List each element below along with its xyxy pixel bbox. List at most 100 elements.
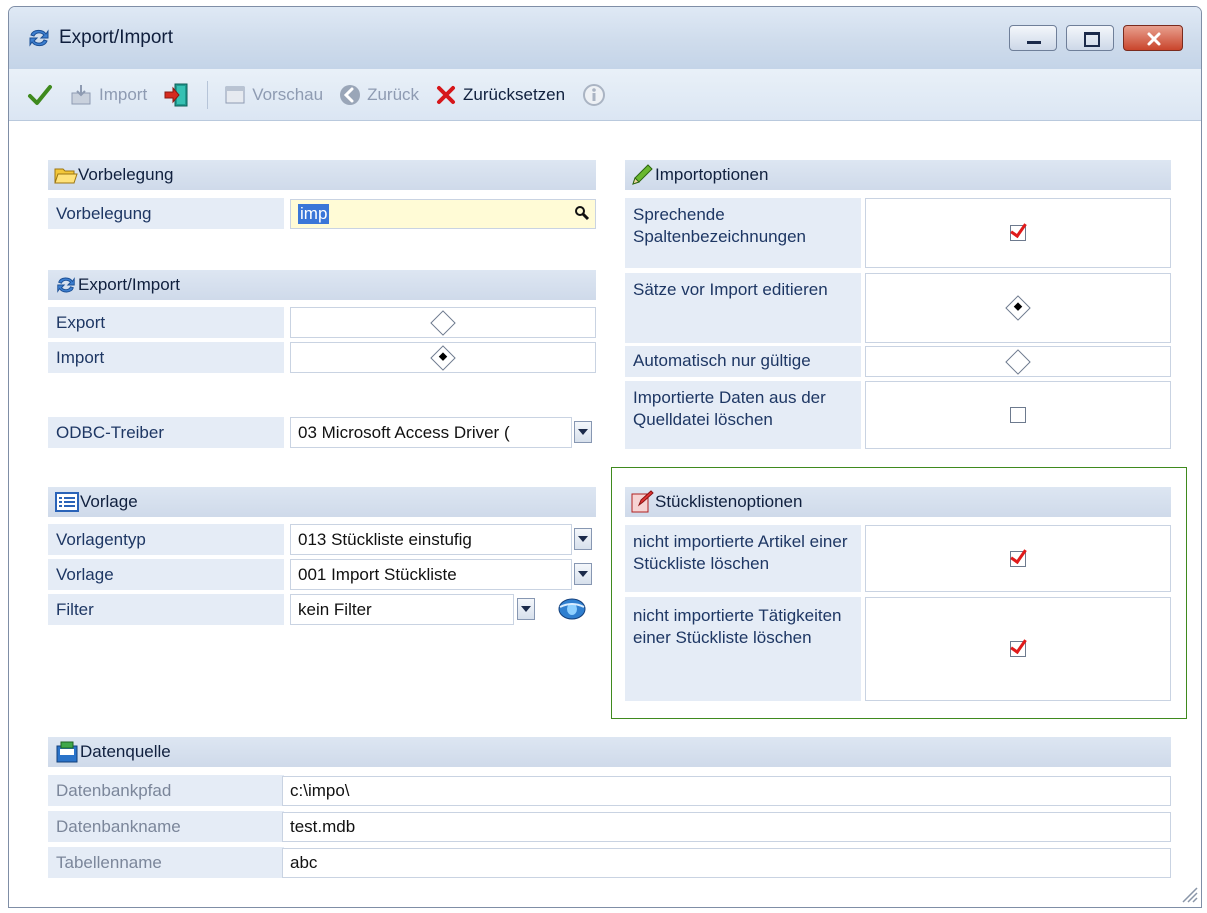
close-button[interactable] <box>1123 25 1183 51</box>
filter-select[interactable]: kein Filter <box>290 594 514 625</box>
vorbelegung-input[interactable]: imp <box>290 199 596 229</box>
title-bar[interactable]: Export/Import <box>9 7 1201 69</box>
export-radio-cell[interactable] <box>290 307 596 338</box>
option-sprechende-cell[interactable] <box>865 198 1171 268</box>
export-import-icon <box>27 26 51 50</box>
toolbar: Import Vorschau Zurück Zurücksetzen <box>9 69 1201 121</box>
importoptionen-header-label: Importoptionen <box>655 165 769 184</box>
option-sprechende-checkbox[interactable] <box>1010 225 1026 241</box>
close-icon <box>1147 32 1161 46</box>
tabellenname-value: abc <box>290 853 318 872</box>
preview-button[interactable]: Vorschau <box>224 84 323 106</box>
vorlage-select[interactable]: 001 Import Stückliste <box>290 559 572 590</box>
edit-document-icon <box>629 490 655 514</box>
option-sprechende-label: Sprechende Spaltenbezeichnungen <box>625 198 861 268</box>
export-import-header-label: Export/Import <box>78 275 181 294</box>
reset-button[interactable]: Zurücksetzen <box>435 84 565 106</box>
list-icon <box>54 490 80 514</box>
filter-value: kein Filter <box>298 599 372 619</box>
export-label: Export <box>48 307 284 338</box>
option-editieren-label: Sätze vor Import editieren <box>625 273 861 343</box>
chevron-down-icon <box>521 606 531 612</box>
import-radio[interactable] <box>430 344 456 371</box>
database-icon <box>54 739 80 765</box>
stueckliste-artikel-checkbox[interactable] <box>1010 550 1026 567</box>
exit-icon[interactable] <box>163 81 191 109</box>
option-gueltige-label: Automatisch nur gültige <box>625 346 861 377</box>
filter-globe-icon[interactable] <box>557 597 587 621</box>
option-loeschen-cell[interactable] <box>865 381 1171 449</box>
import-button[interactable]: Import <box>69 83 147 107</box>
import-icon <box>71 85 91 105</box>
vorlagentyp-select[interactable]: 013 Stückliste einstufig <box>290 524 572 555</box>
preview-icon <box>225 86 245 104</box>
odbc-value: 03 Microsoft Access Driver ( <box>298 422 510 442</box>
maximize-icon <box>1084 32 1100 47</box>
minimize-icon <box>1027 41 1041 44</box>
stueckliste-taetigkeiten-label: nicht importierte Tätigkeiten einer Stüc… <box>625 597 861 701</box>
window-title: Export/Import <box>59 27 174 48</box>
tabellenname-input[interactable]: abc <box>282 848 1171 878</box>
vorbelegung-value: imp <box>298 204 330 224</box>
import-label: Import <box>48 342 284 373</box>
option-loeschen-checkbox[interactable] <box>1010 407 1026 423</box>
odbc-label: ODBC-Treiber <box>48 417 284 448</box>
client-area: Vorbelegung Vorbelegung imp Export/Impor… <box>9 122 1201 907</box>
reset-x-icon <box>437 86 456 104</box>
vorlagentyp-dropdown-button[interactable] <box>574 528 592 550</box>
export-radio[interactable] <box>430 309 456 336</box>
vorlage-dropdown-button[interactable] <box>574 563 592 585</box>
folder-icon <box>54 164 78 186</box>
export-import-window: Export/Import Import Vorschau Zurück Zur… <box>8 6 1202 908</box>
stueckliste-artikel-label: nicht importierte Artikel einer Stücklis… <box>625 525 861 592</box>
vorbelegung-header-label: Vorbelegung <box>78 165 174 184</box>
vorlagentyp-value: 013 Stückliste einstufig <box>298 529 472 549</box>
maximize-button[interactable] <box>1066 25 1114 51</box>
filter-dropdown-button[interactable] <box>517 598 535 620</box>
import-label: Import <box>99 85 148 104</box>
datenquelle-header-label: Datenquelle <box>80 742 171 761</box>
stueckliste-artikel-cell[interactable] <box>865 525 1171 592</box>
option-gueltige-radio[interactable] <box>1005 348 1031 375</box>
datenbankname-label: Datenbankname <box>48 811 284 842</box>
vorlage-value: 001 Import Stückliste <box>298 564 457 584</box>
vorlage-label: Vorlage <box>48 559 284 590</box>
stuecklisten-header-label: Stücklistenoptionen <box>655 492 803 511</box>
export-import-section-header: Export/Import <box>48 270 596 300</box>
confirm-check-icon[interactable] <box>27 82 53 108</box>
minimize-button[interactable] <box>1009 25 1057 51</box>
vorlage-section-header: Vorlage <box>48 487 596 517</box>
back-label: Zurück <box>367 85 420 104</box>
option-editieren-radio[interactable] <box>1005 295 1031 321</box>
option-loeschen-label: Importierte Daten aus der Quelldatei lös… <box>625 381 861 449</box>
back-button[interactable]: Zurück <box>339 84 419 106</box>
datenbankpfad-input[interactable]: c:\impo\ <box>282 776 1171 806</box>
option-gueltige-cell[interactable] <box>865 346 1171 377</box>
back-arrow-icon <box>340 85 361 105</box>
preview-label: Vorschau <box>252 85 324 104</box>
chevron-down-icon <box>578 429 588 435</box>
chevron-down-icon <box>578 571 588 577</box>
option-editieren-cell[interactable] <box>865 273 1171 343</box>
resize-grip-icon[interactable] <box>1179 884 1199 904</box>
datenquelle-section-header: Datenquelle <box>48 737 1171 767</box>
vorlage-header-label: Vorlage <box>80 492 138 511</box>
datenbankname-input[interactable]: test.mdb <box>282 812 1171 842</box>
search-icon[interactable] <box>572 203 592 223</box>
import-radio-cell[interactable] <box>290 342 596 373</box>
datenbankpfad-value: c:\impo\ <box>290 781 350 800</box>
odbc-select[interactable]: 03 Microsoft Access Driver ( <box>290 417 572 448</box>
vorlagentyp-label: Vorlagentyp <box>48 524 284 555</box>
importoptionen-section-header: Importoptionen <box>625 160 1171 190</box>
stueckliste-taetigkeiten-checkbox[interactable] <box>1010 641 1026 657</box>
vorbelegung-section-header: Vorbelegung <box>48 160 596 190</box>
tabellenname-label: Tabellenname <box>48 847 284 878</box>
info-icon[interactable] <box>581 82 607 108</box>
stuecklisten-section-header: Stücklistenoptionen <box>625 487 1171 517</box>
chevron-down-icon <box>578 536 588 542</box>
stueckliste-taetigkeiten-cell[interactable] <box>865 597 1171 701</box>
reset-label: Zurücksetzen <box>463 85 566 104</box>
datenbankname-value: test.mdb <box>290 817 356 836</box>
export-import-section-icon <box>54 273 78 297</box>
odbc-dropdown-button[interactable] <box>574 421 592 443</box>
